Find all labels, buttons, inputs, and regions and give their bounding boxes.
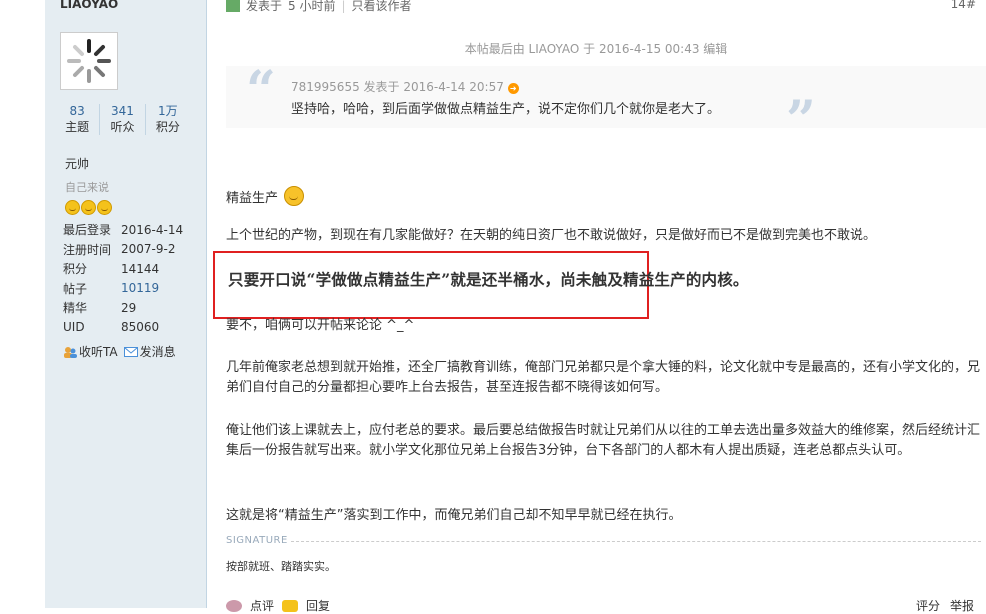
info-key: 帖子 (63, 281, 88, 296)
post-actions: 点评 回复 (226, 597, 330, 614)
follow-label: 收听TA (79, 345, 118, 359)
reply-icon (282, 599, 299, 612)
info-value: 85060 (121, 320, 160, 335)
loading-spinner-icon (67, 39, 111, 83)
info-value: 29 (121, 300, 137, 315)
left-gutter (0, 0, 45, 608)
smiley-icon (65, 200, 80, 215)
post-actions-right: 评分 举报 (916, 597, 974, 614)
section-title: 精益生产 (226, 186, 305, 206)
stat-label: 主题 (65, 120, 90, 134)
info-key: 最后登录 (63, 223, 112, 238)
envelope-icon (123, 347, 138, 357)
signature-text: 按部就班、踏踏实实。 (226, 560, 336, 573)
author-info-table: 最后登录 2016-4-14 注册时间 2007-9-2 积分 14144 帖子 101… (63, 220, 183, 337)
smiley-icon (81, 200, 96, 215)
signature-divider (291, 541, 981, 542)
separator: | (341, 0, 346, 13)
comment-icon (226, 599, 242, 612)
info-key: 积分 (63, 262, 88, 277)
avatar[interactable] (60, 32, 118, 90)
quote-source: 781995655 发表于 2016-4-14 20:57 (291, 80, 504, 94)
stat-followers[interactable]: 341 听众 (99, 104, 144, 135)
quote-header: 781995655 发表于 2016-4-14 20:57 ➜ (291, 78, 519, 95)
stat-label: 听众 (110, 120, 135, 134)
info-row: 注册时间 2007-9-2 (63, 240, 183, 260)
edit-note: 本帖最后由 LIAOYAO 于 2016-4-15 00:43 编辑 (464, 42, 728, 56)
info-row: 精华 29 (63, 298, 183, 318)
user-rank: 元帅 (65, 157, 90, 171)
floor-number[interactable]: 14# (951, 0, 976, 11)
info-value: 14144 (121, 261, 160, 276)
open-quote-icon: “ (246, 60, 276, 121)
rank-stars (65, 200, 112, 215)
posted-time: 5 小时前 (288, 0, 336, 13)
jump-arrow-icon[interactable]: ➜ (507, 83, 519, 94)
reply-button[interactable]: 回复 (306, 597, 330, 614)
emoticon-icon (284, 186, 305, 206)
info-row: 帖子 10119 (63, 279, 183, 299)
section-title-text: 精益生产 (226, 190, 279, 206)
online-icon (226, 0, 240, 12)
only-author-link[interactable]: 只看该作者 (352, 0, 412, 14)
quote-body: 坚持哈，哈哈，到后面学做做点精益生产，说不定你们几个就你是老大了。 (291, 102, 721, 117)
info-row: UID 85060 (63, 318, 183, 338)
posts-count-link[interactable]: 10119 (121, 279, 183, 299)
smiley-icon (97, 200, 112, 215)
stat-label: 积分 (155, 120, 180, 134)
paragraph: 要不，咱俩可以开帖来论论 ^_^ (226, 318, 415, 333)
paragraph: 上个世纪的产物，到现在有几家能做好？在天朝的纯日资厂也不敢说做好，只是做好而已不… (226, 228, 877, 243)
author-sidebar: LIAOYAO 83 主题 341 听众 1万 积分 元帅 自己来说 最后登录 … (45, 0, 207, 608)
info-value: 2016-4-14 (121, 222, 184, 237)
stat-value: 341 (111, 104, 134, 118)
users-icon (64, 347, 77, 358)
paragraph: 这就是将“精益生产”落实到工作中，而俺兄弟们自己却不知早早就已经在执行。 (226, 508, 682, 523)
report-button[interactable]: 举报 (950, 597, 974, 614)
quote-block: “ 781995655 发表于 2016-4-14 20:57 ➜ 坚持哈，哈哈… (226, 60, 986, 147)
author-name[interactable]: LIAOYAO (60, 0, 118, 11)
custom-title: 自己来说 (65, 181, 109, 194)
info-row: 最后登录 2016-4-14 (63, 220, 183, 240)
stat-topics[interactable]: 83 主题 (55, 104, 99, 135)
info-key: 精华 (63, 301, 88, 316)
paragraph: 俺让他们该上课就去上，应付老总的要求。最后要总结做报告时就让兄弟们从以往的工单去… (226, 423, 981, 458)
stat-points[interactable]: 1万 积分 (144, 104, 190, 135)
stat-value: 83 (69, 104, 85, 118)
close-quote-icon: ” (786, 90, 816, 151)
info-value: 2007-9-2 (121, 242, 176, 257)
signature-label: SIGNATURE (226, 535, 288, 546)
highlight-text: 只要开口说“学做做点精益生产”就是还半桶水，尚未触及精益生产的内核。 (228, 270, 749, 289)
info-row: 积分 14144 (63, 259, 183, 279)
author-stats: 83 主题 341 听众 1万 积分 (55, 104, 190, 135)
post-content: 发表于 5 小时前 | 只看该作者 14# 本帖最后由 LIAOYAO 于 20… (206, 0, 986, 613)
message-button[interactable]: 发消息 (123, 343, 176, 360)
paragraph: 几年前俺家老总想到就开始推，还全厂搞教育训练，俺部门兄弟都只是个拿大锤的料，论文… (226, 360, 981, 395)
comment-button[interactable]: 点评 (250, 597, 274, 614)
author-actions: 收听TA 发消息 (63, 343, 176, 360)
info-key: 注册时间 (63, 242, 112, 257)
post-meta: 发表于 5 小时前 | 只看该作者 (226, 0, 412, 14)
posted-label: 发表于 (246, 0, 283, 13)
info-key: UID (63, 320, 85, 335)
message-label: 发消息 (139, 345, 176, 359)
stat-value: 1万 (158, 104, 178, 118)
rate-button[interactable]: 评分 (916, 597, 940, 614)
follow-button[interactable]: 收听TA (63, 343, 118, 360)
